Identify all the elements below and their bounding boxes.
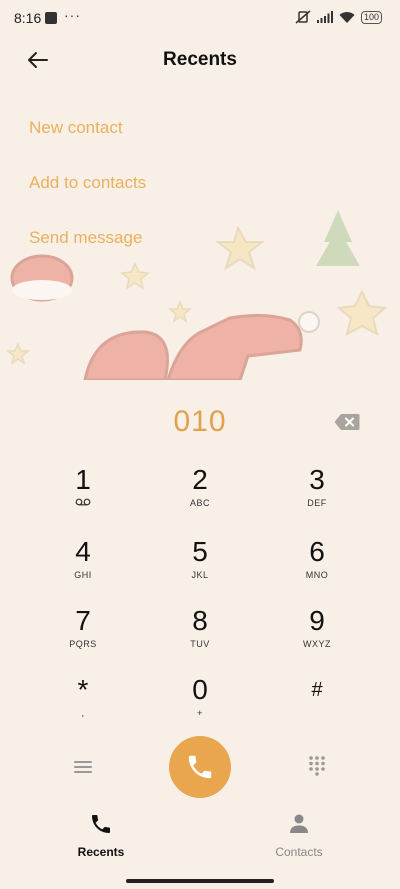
new-contact-option[interactable]: New contact xyxy=(29,118,146,173)
key-hash[interactable]: # xyxy=(259,674,375,742)
phone-icon xyxy=(188,755,212,779)
voicemail-icon xyxy=(25,498,141,508)
backspace-icon xyxy=(334,414,360,430)
key-digit: 8 xyxy=(192,605,208,636)
key-letters: GHI xyxy=(74,570,92,580)
dialer-actions xyxy=(0,734,400,798)
phone-icon xyxy=(92,815,110,833)
key-letters: DEF xyxy=(307,498,327,508)
dialpad-icon xyxy=(309,756,325,776)
app-header: Recents xyxy=(0,36,400,84)
key-digit: 7 xyxy=(75,605,91,636)
status-bar: 8:16 ··· 100 xyxy=(0,0,400,36)
key-letters: , xyxy=(81,708,85,718)
key-4[interactable]: 4 GHI xyxy=(25,536,141,604)
key-3[interactable]: 3 DEF xyxy=(259,464,375,532)
wifi-icon xyxy=(339,11,355,23)
key-8[interactable]: 8 TUV xyxy=(142,605,258,673)
key-letters: JKL xyxy=(191,570,209,580)
key-star[interactable]: * , xyxy=(25,674,141,742)
person-icon xyxy=(290,814,308,833)
key-2[interactable]: 2 ABC xyxy=(142,464,258,532)
add-to-contacts-option[interactable]: Add to contacts xyxy=(29,173,146,228)
key-digit: 4 xyxy=(75,536,91,567)
call-button[interactable] xyxy=(169,736,231,798)
send-message-option[interactable]: Send message xyxy=(29,228,146,283)
status-icons: 100 xyxy=(295,9,382,25)
signal-icon xyxy=(316,11,333,23)
key-digit: 9 xyxy=(309,605,325,636)
battery-icon: 100 xyxy=(360,10,382,24)
more-notifications-icon: ··· xyxy=(64,7,81,23)
dialpad-toggle-button[interactable] xyxy=(306,754,328,776)
key-letters: ABC xyxy=(189,498,210,508)
vibrate-off-icon xyxy=(295,10,311,24)
key-digit: # xyxy=(311,679,323,701)
status-time: 8:16 xyxy=(14,10,42,26)
key-digit: 1 xyxy=(75,464,91,495)
key-digit: 2 xyxy=(192,464,208,495)
page-title: Recents xyxy=(163,49,237,70)
key-5[interactable]: 5 JKL xyxy=(142,536,258,604)
home-indicator[interactable] xyxy=(126,879,274,883)
tab-recents-label: Recents xyxy=(77,845,125,859)
key-digit: 3 xyxy=(309,464,325,495)
notification-icon xyxy=(45,12,57,24)
key-9[interactable]: 9 WXYZ xyxy=(259,605,375,673)
backspace-button[interactable] xyxy=(334,413,360,431)
menu-button[interactable] xyxy=(72,756,94,778)
key-letters: MNO xyxy=(305,570,329,580)
tab-contacts[interactable]: Contacts xyxy=(239,812,359,859)
key-letters: TUV xyxy=(190,639,210,649)
key-7[interactable]: 7 PQRS xyxy=(25,605,141,673)
menu-icon xyxy=(74,761,92,773)
bottom-navigation: Recents Contacts xyxy=(0,812,400,868)
key-digit: * xyxy=(77,674,89,705)
tab-contacts-label: Contacts xyxy=(275,845,323,859)
key-letters: WXYZ xyxy=(303,639,331,649)
key-digit: 5 xyxy=(192,536,208,567)
key-1[interactable]: 1 xyxy=(25,464,141,532)
tab-recents[interactable]: Recents xyxy=(41,812,161,859)
key-letters: PQRS xyxy=(69,639,97,649)
key-0[interactable]: 0 + xyxy=(142,674,258,742)
contact-options-menu: New contact Add to contacts Send message xyxy=(29,118,146,283)
key-digit: 6 xyxy=(309,536,325,567)
key-6[interactable]: 6 MNO xyxy=(259,536,375,604)
key-letters: + xyxy=(197,708,203,718)
key-digit: 0 xyxy=(192,674,208,705)
